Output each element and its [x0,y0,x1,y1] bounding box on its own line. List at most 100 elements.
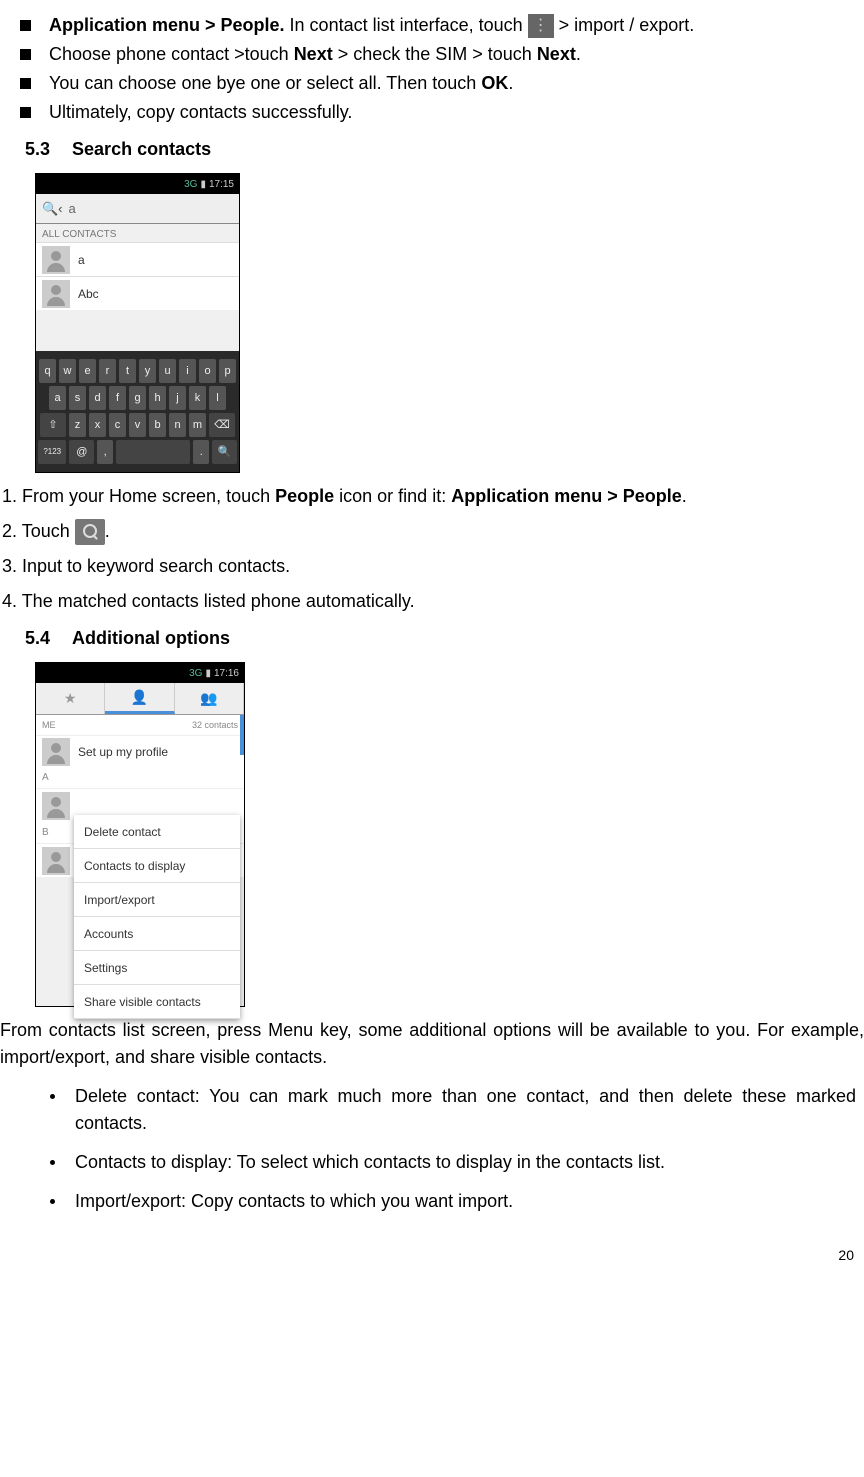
screenshot-search-contacts: 3G ▮ 17:15 🔍‹ a ALL CONTACTS a Abc qwert… [35,173,240,473]
keyboard-key[interactable]: c [109,413,126,437]
menu-item[interactable]: Accounts [74,917,240,951]
keyboard-key[interactable]: i [179,359,196,383]
backspace-key[interactable]: ⌫ [209,413,235,437]
heading-5-4: 5.4Additional options [25,625,864,652]
step-4: 4. The matched contacts listed phone aut… [2,588,864,615]
bullet-text: You can choose one bye one or select all… [49,70,864,97]
keyboard-key[interactable]: a [49,386,66,410]
status-bar: 3G ▮ 17:16 [36,663,244,683]
keyboard-key[interactable]: g [129,386,146,410]
bullet-text: Ultimately, copy contacts successfully. [49,99,864,126]
period-key[interactable]: . [193,440,209,464]
dot-bullet-text: Contacts to display: To select which con… [75,1149,864,1176]
bullet-item: You can choose one bye one or select all… [20,70,864,97]
tab-groups[interactable]: 👥 [175,683,244,714]
keyboard-key[interactable]: j [169,386,186,410]
at-key[interactable]: @ [69,440,94,464]
shift-key[interactable]: ⇧ [40,413,66,437]
scrollbar-thumb[interactable] [240,715,244,755]
avatar-icon [42,280,70,308]
search-field-row[interactable]: 🔍‹ a [36,194,239,224]
paragraph-5-4: From contacts list screen, press Menu ke… [0,1017,864,1071]
menu-item[interactable]: Import/export [74,883,240,917]
contact-row[interactable]: Abc [36,276,239,310]
avatar-icon [42,792,70,820]
bullet-text: Choose phone contact >touch Next > check… [49,41,864,68]
keyboard-key[interactable]: r [99,359,116,383]
overflow-menu: Delete contactContacts to displayImport/… [74,815,240,1019]
menu-item[interactable]: Delete contact [74,815,240,849]
keyboard-key[interactable]: v [129,413,146,437]
on-screen-keyboard[interactable]: qwertyuiop asdfghjkl ⇧ zxcvbnm ⌫ ?123 @ … [36,351,239,472]
heading-title: Search contacts [72,139,211,159]
search-key[interactable]: 🔍 [212,440,237,464]
bullet-app-menu: Application menu > People. In contact li… [20,12,864,39]
keyboard-key[interactable]: k [189,386,206,410]
menu-item[interactable]: Settings [74,951,240,985]
dot-bullet-icon [50,1094,55,1099]
keyboard-key[interactable]: m [189,413,206,437]
overflow-menu-icon [528,14,554,38]
menu-item[interactable]: Share visible contacts [74,985,240,1019]
bullet-bold-prefix: Application menu > People. [49,15,285,35]
bullet-mid: In contact list interface, touch [285,15,528,35]
dot-bullet-icon [50,1160,55,1165]
keyboard-key[interactable]: d [89,386,106,410]
keyboard-key[interactable]: p [219,359,236,383]
keyboard-key[interactable]: x [89,413,106,437]
dot-bullet-text: Delete contact: You can mark much more t… [75,1083,864,1137]
comma-key[interactable]: , [97,440,113,464]
contact-name: Abc [78,285,99,303]
screenshot-additional-options: 3G ▮ 17:16 ★ 👤 👥 ME 32 contacts Set up m… [35,662,245,1007]
heading-number: 5.3 [25,136,50,163]
keyboard-key[interactable]: l [209,386,226,410]
keyboard-key[interactable]: h [149,386,166,410]
step-3: 3. Input to keyword search contacts. [2,553,864,580]
dot-bullet-item: Contacts to display: To select which con… [50,1149,864,1176]
menu-item[interactable]: Contacts to display [74,849,240,883]
square-bullet-icon [20,20,31,31]
bullet-item: Choose phone contact >touch Next > check… [20,41,864,68]
keyboard-key[interactable]: e [79,359,96,383]
dot-bullet-text: Import/export: Copy contacts to which yo… [75,1188,864,1215]
me-row: ME 32 contacts [36,715,244,735]
profile-row[interactable]: Set up my profile [36,735,244,767]
avatar-icon [42,847,70,875]
keyboard-key[interactable]: u [159,359,176,383]
tab-contacts[interactable]: 👤 [105,683,174,714]
all-contacts-label: ALL CONTACTS [36,224,239,242]
keyboard-key[interactable]: b [149,413,166,437]
heading-title: Additional options [72,628,230,648]
space-key[interactable] [116,440,190,464]
keyboard-key[interactable]: n [169,413,186,437]
contact-name: a [78,251,85,269]
keyboard-key[interactable]: z [69,413,86,437]
keyboard-key[interactable]: o [199,359,216,383]
contacts-list: a Abc [36,242,239,310]
heading-5-3: 5.3 Search contacts [25,136,864,163]
status-network: 3G [189,666,202,681]
bullet-suffix: > import / export. [554,15,695,35]
page-number: 20 [0,1245,864,1266]
bullet-text: Application menu > People. In contact li… [49,12,864,39]
status-time: 17:15 [209,177,234,192]
dot-bullet-item: Import/export: Copy contacts to which yo… [50,1188,864,1215]
contact-row[interactable]: a [36,242,239,276]
keyboard-key[interactable]: q [39,359,56,383]
status-bar: 3G ▮ 17:15 [36,174,239,194]
tab-favorites[interactable]: ★ [36,683,105,714]
square-bullet-icon [20,49,31,60]
keyboard-key[interactable]: s [69,386,86,410]
status-time: 17:16 [214,666,239,681]
keyboard-key[interactable]: t [119,359,136,383]
dot-bullet-item: Delete contact: You can mark much more t… [50,1083,864,1137]
me-label: ME [42,719,56,733]
square-bullet-icon [20,78,31,89]
keyboard-key[interactable]: y [139,359,156,383]
keyboard-key[interactable]: w [59,359,76,383]
keyboard-key[interactable]: f [109,386,126,410]
dot-bullet-icon [50,1199,55,1204]
tabs-row: ★ 👤 👥 [36,683,244,715]
back-icon[interactable]: 🔍‹ [42,199,63,219]
symbols-key[interactable]: ?123 [38,440,66,464]
